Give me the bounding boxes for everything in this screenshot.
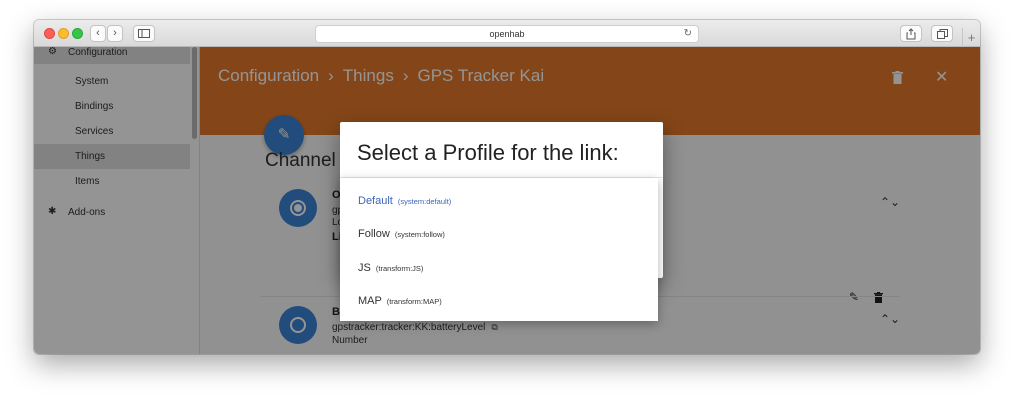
back-button[interactable]: ‹	[90, 25, 106, 42]
share-icon	[906, 28, 916, 40]
option-id: (transform:JS)	[375, 264, 424, 273]
profile-option-js[interactable]: JS (transform:JS)	[358, 262, 423, 274]
zoom-window-button[interactable]	[72, 28, 83, 39]
page-content: ⚙ Configuration System Bindings Services…	[34, 47, 980, 354]
option-label: JS	[358, 262, 371, 274]
new-tab-button[interactable]: +	[962, 28, 980, 47]
forward-button[interactable]: ›	[107, 25, 123, 42]
close-window-button[interactable]	[44, 28, 55, 39]
sidebar-icon	[138, 29, 150, 38]
option-label: MAP	[358, 295, 382, 307]
dialog-title: Select a Profile for the link:	[357, 140, 619, 165]
profile-option-map[interactable]: MAP (transform:MAP)	[358, 295, 442, 307]
address-text: openhab	[489, 29, 525, 39]
profile-option-default[interactable]: Default (system:default)	[358, 195, 451, 207]
chevron-right-icon: ›	[113, 27, 117, 39]
tabs-overview-button[interactable]	[931, 25, 953, 42]
profile-option-follow[interactable]: Follow (system:follow)	[358, 228, 445, 240]
option-label: Follow	[358, 228, 390, 240]
chevron-left-icon: ‹	[96, 27, 100, 39]
reload-icon[interactable]: ↻	[684, 26, 692, 42]
option-id: (system:default)	[397, 197, 452, 206]
address-bar[interactable]: openhab ↻	[315, 25, 699, 43]
option-id: (transform:MAP)	[386, 297, 442, 306]
tabs-icon	[936, 29, 948, 39]
minimize-window-button[interactable]	[58, 28, 69, 39]
profile-dropdown: Default (system:default) Follow (system:…	[340, 178, 658, 321]
sidebar-toggle-button[interactable]	[133, 25, 155, 42]
browser-window: ‹ › openhab ↻ + ⚙ Configuration System B…	[34, 20, 980, 354]
share-button[interactable]	[900, 25, 922, 42]
browser-titlebar: ‹ › openhab ↻ +	[34, 20, 980, 47]
option-label: Default	[358, 195, 393, 207]
option-id: (system:follow)	[394, 230, 445, 239]
plus-icon: +	[967, 30, 976, 45]
